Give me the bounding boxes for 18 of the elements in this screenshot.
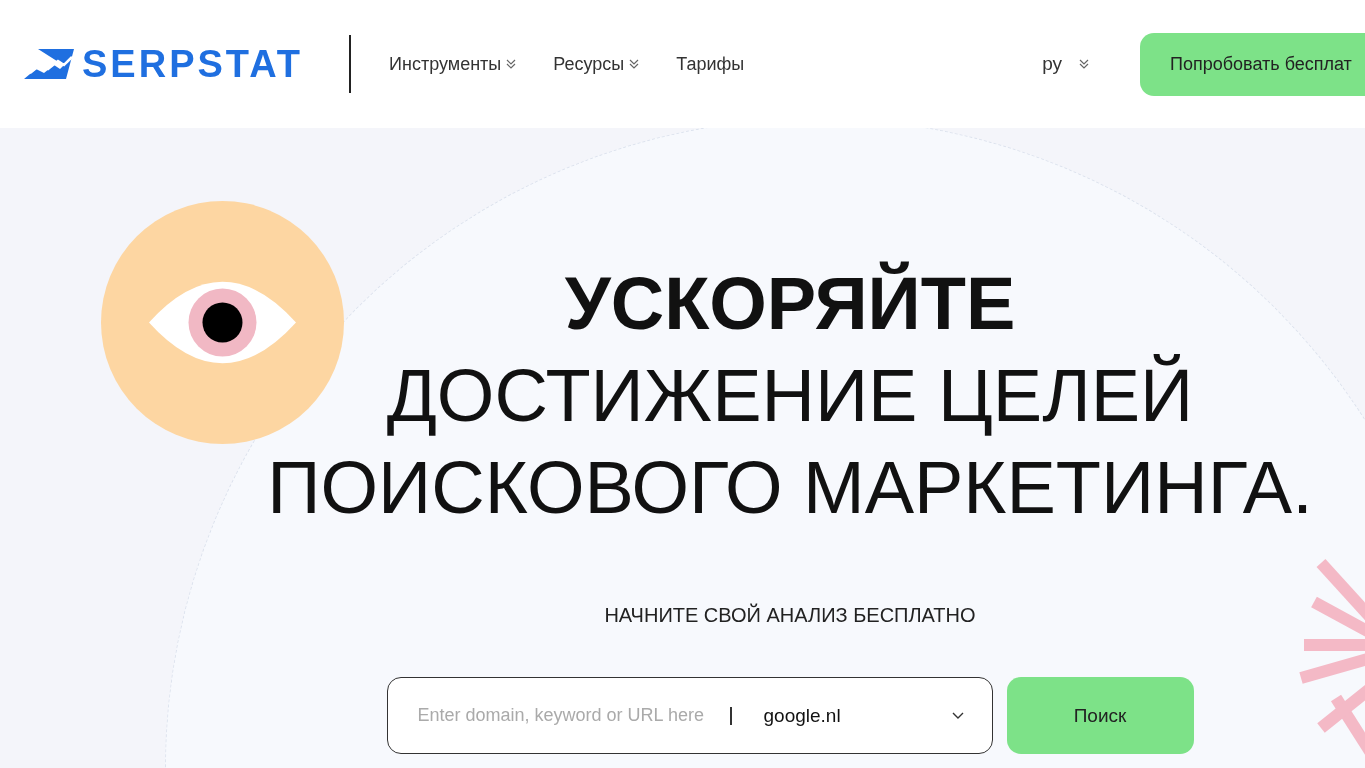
chevron-double-down-icon [628, 58, 641, 70]
chevron-double-down-icon [505, 58, 518, 70]
serpstat-logo[interactable]: SERPSTAT [24, 42, 304, 86]
hero-title-line: УСКОРЯЙТЕ [564, 260, 1016, 347]
logo-icon [24, 47, 74, 81]
hero-title-line: ДОСТИЖЕНИЕ ЦЕЛЕЙ [386, 353, 1194, 439]
hero-title-line: ПОИСКОВОГО МАРКЕТИНГА. [267, 445, 1313, 531]
hero-subtitle: НАЧНИТЕ СВОЙ АНАЛИЗ БЕСПЛАТНО [604, 604, 976, 627]
chevron-double-down-icon [1078, 58, 1090, 70]
try-free-button[interactable]: Попробовать бесплат [1140, 32, 1365, 96]
nav-link[interactable]: Тарифы [676, 53, 745, 75]
search-field[interactable]: Enter domain, keyword or URL here google.nl [386, 677, 993, 754]
nav-link[interactable]: Ресурсы [553, 53, 641, 75]
nav-link[interactable]: Инструменты [389, 53, 518, 75]
language-selector[interactable]: ру [1042, 53, 1090, 75]
search-engine-dropdown[interactable]: google.nl [763, 704, 964, 727]
chevron-down-icon [951, 711, 964, 720]
search-button[interactable]: Поиск [1006, 677, 1194, 754]
